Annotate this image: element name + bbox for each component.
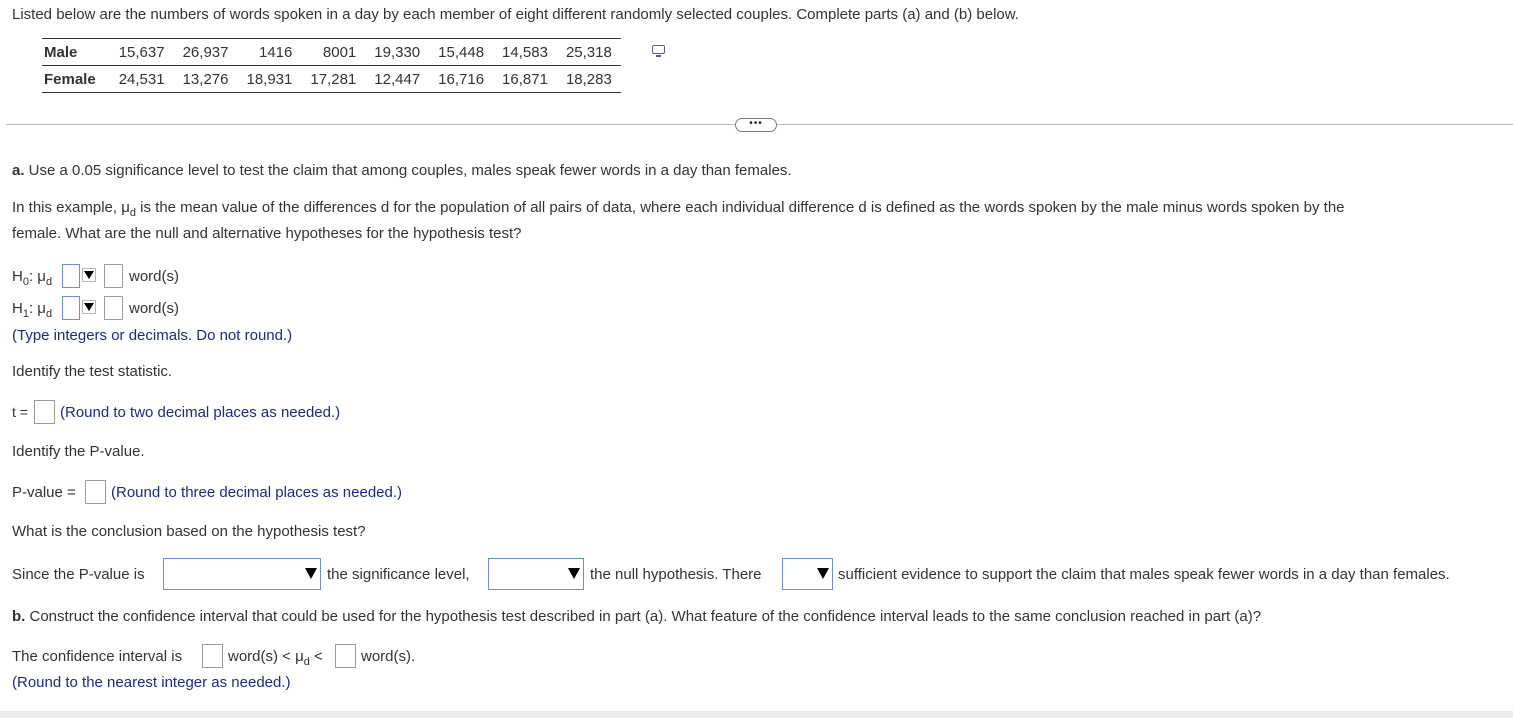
h1-dropdown-arrow-icon[interactable] [82,300,96,314]
dropdown-arrow-icon[interactable] [817,567,830,580]
h1-label: H1: μd [12,300,53,320]
since-text: Since the P-value is [12,566,145,583]
part-a-question: a. Use a 0.05 significance level to test… [12,162,792,179]
h-subscript: 1 [22,308,29,320]
table-row-female: Female 24,531 13,276 18,931 17,281 12,44… [42,65,621,93]
part-b-question: b. Construct the confidence interval tha… [12,608,1261,625]
conclusion-prompt: What is the conclusion based on the hypo… [12,523,366,540]
test-stat-prompt: Identify the test statistic. [12,363,173,380]
words-table: Male 15,637 26,937 1416 8001 19,330 15,4… [42,38,621,93]
h0-operator-select[interactable] [62,264,80,288]
part-a-label: a. [12,162,25,179]
pvalue-input[interactable] [85,480,106,504]
example-text: is the mean value of the differences d f… [136,199,1345,216]
table-cell: 25,318 [556,38,621,66]
h0-value-input[interactable] [104,264,123,288]
footer-bar [0,711,1513,718]
h-letter: H [12,300,23,317]
mu-symbol: : μ [28,300,46,317]
ci-label: The confidence interval is [12,648,183,665]
h0-label: H0: μd [12,268,53,288]
null-hyp-text: the null hypothesis. There [590,566,762,583]
table-cell: 12,447 [365,65,430,93]
mu-symbol: : μ [28,268,46,285]
sig-level-text: the significance level, [327,566,470,583]
mu-subscript: d [303,656,310,668]
ci-upper-input[interactable] [335,644,356,668]
table-cell: 17,281 [301,65,366,93]
h0-unit: word(s) [129,268,180,285]
example-text: In this example, μ [12,199,130,216]
example-line-1: In this example, μd is the mean value of… [12,199,1345,219]
table-cell: 19,330 [365,38,430,66]
pvalue-hint: (Round to three decimal places as needed… [111,484,403,501]
table-cell: 1416 [237,38,302,66]
sufficient-text: sufficient evidence to support the claim… [838,566,1450,583]
part-a-text: Use a 0.05 significance level to test th… [24,162,792,179]
pvalue-comparison-select[interactable] [163,558,321,590]
evidence-select[interactable] [782,558,833,590]
h0-dropdown-arrow-icon[interactable] [82,268,96,282]
intro-text: Listed below are the numbers of words sp… [12,6,1019,23]
table-cell: 13,276 [173,65,238,93]
table-cell: 18,931 [237,65,302,93]
t-input[interactable] [34,400,55,424]
table-cell: 24,531 [109,65,174,93]
hypothesis-hint: (Type integers or decimals. Do not round… [12,327,293,344]
h1-unit: word(s) [129,300,180,317]
copy-data-icon[interactable] [652,45,665,57]
row-label: Female [42,65,110,93]
ci-middle: word(s) < μd < [228,648,323,668]
h-letter: H [12,268,23,285]
row-label: Male [42,38,110,66]
table-cell: 15,637 [109,38,174,66]
ci-mid-text: word(s) < μ [228,648,304,665]
dropdown-arrow-icon[interactable] [568,567,581,580]
example-line-2: female. What are the null and alternativ… [12,225,522,242]
table-cell: 8001 [301,38,366,66]
mu-subscript: d [45,276,53,288]
ci-end-unit: word(s). [361,648,416,665]
dropdown-arrow-icon[interactable] [305,567,318,580]
t-label: t = [12,404,28,420]
ci-lower-input[interactable] [202,644,223,668]
ci-hint: (Round to the nearest integer as needed.… [12,674,291,691]
table-cell: 18,283 [556,65,621,93]
reject-decision-select[interactable] [488,558,584,590]
h1-value-input[interactable] [104,296,123,320]
h1-operator-select[interactable] [62,296,80,320]
table-cell: 16,871 [493,65,557,93]
table-cell: 15,448 [429,38,494,66]
table-cell: 16,716 [429,65,494,93]
t-hint: (Round to two decimal places as needed.) [60,404,341,421]
mu-subscript: d [129,207,136,219]
pvalue-label: P-value = [12,484,76,501]
mu-subscript: d [45,308,53,320]
table-cell: 14,583 [493,38,557,66]
ci-lt-text: < [309,648,323,665]
h-subscript: 0 [22,276,29,288]
more-button[interactable]: ••• [735,118,777,132]
table-cell: 26,937 [173,38,238,66]
pvalue-prompt: Identify the P-value. [12,443,145,460]
part-b-text: Construct the confidence interval that c… [25,608,1262,625]
part-b-label: b. [12,608,26,625]
table-row-male: Male 15,637 26,937 1416 8001 19,330 15,4… [42,38,621,66]
